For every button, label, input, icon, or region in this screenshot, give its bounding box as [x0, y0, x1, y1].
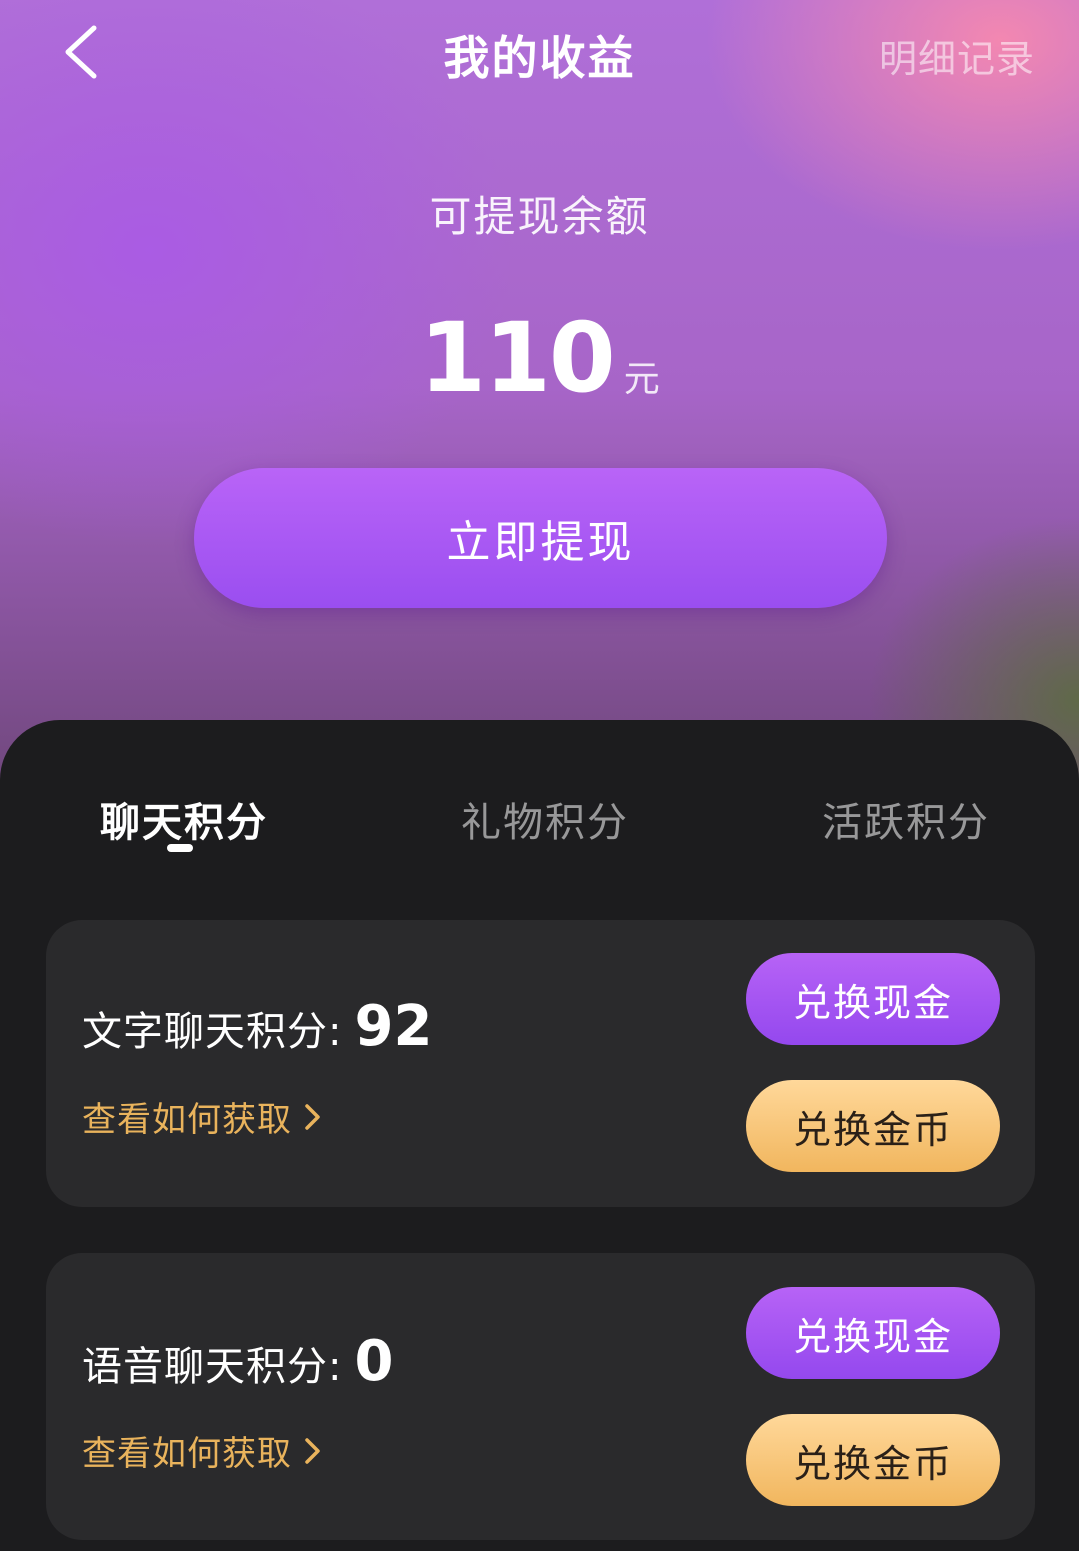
voice-chat-points: 语音聊天积分: 0	[82, 1329, 393, 1394]
text-chat-points-label: 文字聊天积分:	[82, 1009, 343, 1055]
chevron-right-icon	[305, 1437, 320, 1464]
how-to-earn-link[interactable]: 查看如何获取	[82, 1092, 324, 1141]
voice-chat-points-card: 语音聊天积分: 0 查看如何获取 兑换现金 兑换金币	[46, 1253, 1035, 1540]
exchange-coins-button[interactable]: 兑换金币	[746, 1080, 1000, 1172]
how-to-earn-label: 查看如何获取	[82, 1100, 292, 1140]
details-record-link[interactable]: 明细记录	[879, 28, 1035, 83]
how-to-earn-link[interactable]: 查看如何获取	[82, 1426, 324, 1475]
balance-label: 可提现余额	[429, 192, 650, 241]
text-chat-points-value: 92	[354, 994, 433, 1059]
tab-gift-points[interactable]: 礼物积分	[461, 790, 629, 848]
points-panel: 聊天积分 礼物积分 活跃积分 文字聊天积分: 92 查看如何获取 兑换现金 兑换…	[0, 720, 1079, 1551]
balance-display: 110 元	[0, 302, 1079, 414]
tab-activity-points[interactable]: 活跃积分	[822, 790, 990, 848]
balance-amount: 110	[419, 302, 615, 414]
text-chat-points-card: 文字聊天积分: 92 查看如何获取 兑换现金 兑换金币	[46, 920, 1035, 1207]
earnings-screen: 我的收益 明细记录 可提现余额 110 元 立即提现 聊天积分 礼物积分 活跃积分…	[0, 0, 1079, 1551]
exchange-coins-button[interactable]: 兑换金币	[746, 1414, 1000, 1506]
balance-unit: 元	[623, 359, 660, 400]
active-tab-indicator	[167, 844, 193, 852]
tab-chat-points[interactable]: 聊天积分	[100, 790, 268, 848]
voice-chat-points-label: 语音聊天积分:	[82, 1344, 343, 1390]
voice-chat-points-value: 0	[354, 1329, 394, 1394]
withdraw-now-button[interactable]: 立即提现	[194, 468, 887, 608]
chevron-right-icon	[305, 1103, 320, 1130]
text-chat-points: 文字聊天积分: 92	[82, 994, 432, 1059]
exchange-cash-button[interactable]: 兑换现金	[746, 953, 1000, 1045]
how-to-earn-label: 查看如何获取	[82, 1434, 292, 1474]
exchange-cash-button[interactable]: 兑换现金	[746, 1287, 1000, 1379]
